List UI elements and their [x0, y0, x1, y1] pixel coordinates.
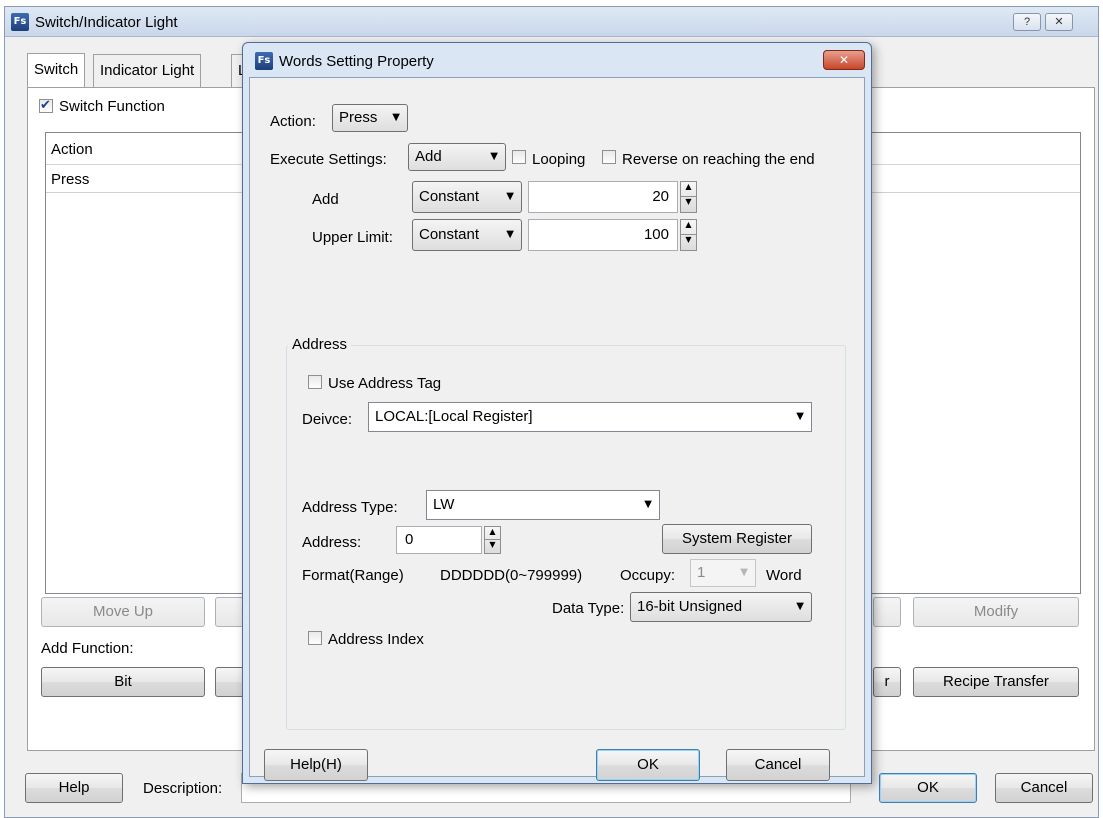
address-index-label: Address Index — [328, 631, 424, 648]
address-group-title: Address — [288, 337, 352, 352]
address-type-value: LW — [433, 496, 455, 513]
window-title: Switch/Indicator Light — [35, 14, 178, 31]
execute-settings-select[interactable]: Add ▼ — [408, 143, 506, 171]
chevron-down-icon: ▼ — [740, 567, 748, 578]
modify-button[interactable]: Modify — [913, 597, 1079, 627]
device-select[interactable]: LOCAL:[Local Register] ▼ — [368, 402, 812, 432]
execute-settings-value: Add — [415, 148, 442, 165]
upper-limit-mode-select[interactable]: Constant ▼ — [412, 219, 522, 251]
column-action[interactable]: Action — [51, 142, 93, 157]
spin-up-icon[interactable]: ▲ — [485, 527, 500, 540]
address-type-label: Address Type: — [302, 499, 398, 516]
partial-function-button-right[interactable]: r — [873, 667, 901, 697]
address-spinner[interactable]: ▲ ▼ — [484, 526, 501, 554]
add-mode-select[interactable]: Constant ▼ — [412, 181, 522, 213]
device-label: Deivce: — [302, 411, 353, 428]
add-mode-value: Constant — [419, 188, 480, 205]
description-label: Description: — [143, 780, 223, 797]
chevron-down-icon: ▼ — [644, 499, 652, 510]
window-titlebar: Fs Switch/Indicator Light ? ✕ — [5, 7, 1098, 37]
chevron-down-icon: ▼ — [796, 601, 804, 612]
cancel-button[interactable]: Cancel — [995, 773, 1093, 803]
use-address-tag-label: Use Address Tag — [328, 375, 442, 392]
partial-function-button-left[interactable] — [215, 667, 245, 697]
add-function-label: Add Function: — [41, 640, 134, 657]
ok-button[interactable]: OK — [879, 773, 977, 803]
chevron-down-icon: ▼ — [796, 411, 804, 422]
recipe-transfer-button[interactable]: Recipe Transfer — [913, 667, 1079, 697]
data-type-value: 16-bit Unsigned — [637, 598, 743, 615]
looping-label: Looping — [532, 151, 586, 168]
data-type-label: Data Type: — [552, 600, 625, 617]
action-select[interactable]: Press ▼ — [332, 104, 408, 132]
tab-indicator-light[interactable]: Indicator Light — [93, 54, 202, 87]
dialog-cancel-button[interactable]: Cancel — [726, 749, 830, 781]
address-input[interactable]: 0 — [396, 526, 482, 554]
dialog-title: Words Setting Property — [279, 53, 434, 70]
chevron-down-icon: ▼ — [490, 151, 498, 162]
switch-function-checkbox[interactable] — [39, 98, 53, 113]
spin-up-icon[interactable]: ▲ — [681, 182, 696, 197]
help-caption-button[interactable]: ? — [1013, 13, 1041, 31]
upper-limit-mode-value: Constant — [419, 226, 480, 243]
reverse-label: Reverse on reaching the end — [622, 151, 815, 168]
occupy-select[interactable]: 1 ▼ — [690, 559, 756, 587]
dialog-close-icon[interactable]: ✕ — [823, 50, 865, 70]
spin-down-icon[interactable]: ▼ — [681, 197, 696, 212]
partial-button-right[interactable] — [873, 597, 901, 627]
spin-down-icon[interactable]: ▼ — [681, 235, 696, 250]
dialog-ok-button[interactable]: OK — [596, 749, 700, 781]
chevron-down-icon: ▼ — [506, 191, 514, 202]
upper-limit-spinner[interactable]: ▲ ▼ — [680, 219, 697, 251]
chevron-down-icon: ▼ — [506, 229, 514, 240]
format-range-value: DDDDDD(0~799999) — [440, 567, 583, 584]
format-range-label: Format(Range) — [302, 567, 404, 584]
bit-button[interactable]: Bit — [41, 667, 205, 697]
device-value: LOCAL:[Local Register] — [375, 408, 533, 425]
address-index-checkbox[interactable] — [308, 631, 322, 645]
add-value-spinner[interactable]: ▲ ▼ — [680, 181, 697, 213]
action-label: Action: — [270, 113, 316, 130]
system-register-button[interactable]: System Register — [662, 524, 812, 554]
occupy-value: 1 — [697, 564, 706, 581]
dialog-help-button[interactable]: Help(H) — [264, 749, 368, 781]
address-label: Address: — [302, 534, 362, 551]
address-type-select[interactable]: LW ▼ — [426, 490, 660, 520]
words-setting-dialog: Fs Words Setting Property ✕ Action: Pres… — [242, 42, 872, 784]
dialog-titlebar: Fs Words Setting Property ✕ — [243, 43, 871, 77]
switch-function-label: Switch Function — [59, 98, 165, 115]
occupy-label: Occupy: — [620, 567, 676, 584]
move-up-button[interactable]: Move Up — [41, 597, 205, 627]
execute-settings-label: Execute Settings: — [270, 151, 387, 168]
close-icon[interactable]: ✕ — [1045, 13, 1073, 31]
looping-checkbox[interactable] — [512, 150, 526, 164]
spin-down-icon[interactable]: ▼ — [485, 540, 500, 553]
reverse-checkbox[interactable] — [602, 150, 616, 164]
dialog-app-icon: Fs — [255, 52, 273, 70]
upper-limit-value-input[interactable]: 100 — [528, 219, 678, 251]
chevron-down-icon: ▼ — [392, 112, 400, 123]
occupy-unit: Word — [766, 567, 802, 584]
upper-limit-label: Upper Limit: — [312, 229, 393, 246]
partial-button-left[interactable] — [215, 597, 245, 627]
app-icon: Fs — [11, 13, 29, 31]
data-type-select[interactable]: 16-bit Unsigned ▼ — [630, 592, 812, 622]
use-address-tag-checkbox[interactable] — [308, 375, 322, 389]
action-select-value: Press — [339, 109, 378, 126]
dialog-body: Action: Press ▼ Execute Settings: Add ▼ … — [249, 77, 865, 781]
add-label: Add — [312, 191, 339, 208]
spin-up-icon[interactable]: ▲ — [681, 220, 696, 235]
tab-switch[interactable]: Switch — [27, 53, 86, 88]
add-value-input[interactable]: 20 — [528, 181, 678, 213]
help-button[interactable]: Help — [25, 773, 123, 803]
row-action-cell: Press — [51, 171, 90, 188]
